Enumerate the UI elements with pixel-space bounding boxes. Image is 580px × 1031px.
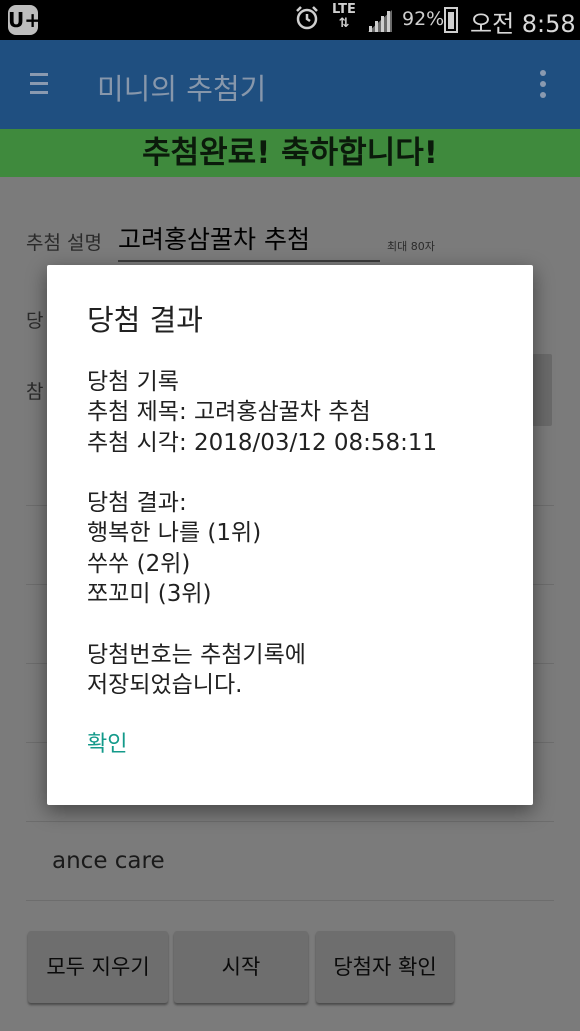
app-bar	[0, 40, 580, 129]
partial-label: 당	[26, 310, 44, 332]
dialog-line: 당첨 기록	[87, 369, 179, 395]
clock: 오전 8:58	[470, 10, 576, 38]
hamburger-menu-icon[interactable]	[30, 73, 50, 95]
dialog-line: 당첨번호는 추첨기록에	[87, 641, 306, 668]
clear-all-button[interactable]: 모두 지우기	[28, 931, 168, 1003]
dialog-line: 당첨 결과:	[87, 490, 187, 517]
confirm-button[interactable]: 확인	[87, 726, 127, 758]
check-winner-button[interactable]: 당첨자 확인	[316, 931, 454, 1003]
dialog-line: 쑤쑤 (2위)	[87, 550, 191, 577]
side-button[interactable]	[532, 354, 552, 426]
signal-icon	[368, 10, 392, 32]
carrier-app-icon: U+	[8, 5, 41, 35]
completion-banner: 추첨완료! 축하합니다!	[0, 129, 580, 177]
alarm-icon	[296, 6, 318, 30]
start-button[interactable]: 시작	[174, 931, 308, 1003]
dialog-line: 저장되었습니다.	[87, 671, 243, 698]
list-divider	[26, 900, 554, 901]
dialog-line	[87, 458, 437, 488]
dialog-message: 당첨 기록 추첨 제목: 고려홍삼꿀차 추첨 추첨 시각: 2018/03/12…	[87, 367, 437, 700]
max-length-hint: 최대 80자	[387, 240, 435, 253]
status-bar: U+ LTE ⇅ 92% 오전 8:58	[0, 0, 580, 40]
partial-label: 참	[26, 381, 44, 403]
dialog-line: 쪼꼬미 (3위)	[87, 581, 212, 608]
overflow-menu-icon[interactable]	[540, 70, 548, 100]
list-item[interactable]: ance care	[52, 848, 165, 874]
lte-indicator: LTE ⇅	[332, 2, 356, 31]
app-title: 미니의 추첨기	[97, 72, 267, 106]
dialog-line: 추첨 시각: 2018/03/12 08:58:11	[87, 429, 438, 456]
result-dialog: 당첨 결과 당첨 기록 추첨 제목: 고려홍삼꿀차 추첨 추첨 시각: 2018…	[47, 265, 533, 805]
description-label: 추첨 설명	[26, 232, 102, 254]
dialog-line: 행복한 나를 (1위)	[87, 520, 262, 547]
description-input[interactable]: 고려홍삼꿀차 추첨	[118, 220, 380, 262]
battery-percent: 92%	[402, 8, 445, 30]
dialog-title: 당첨 결과	[87, 303, 203, 337]
dialog-line: 추첨 제목: 고려홍삼꿀차 추첨	[87, 399, 371, 426]
list-divider	[26, 821, 554, 822]
battery-icon	[444, 7, 458, 33]
dialog-line	[87, 609, 437, 639]
